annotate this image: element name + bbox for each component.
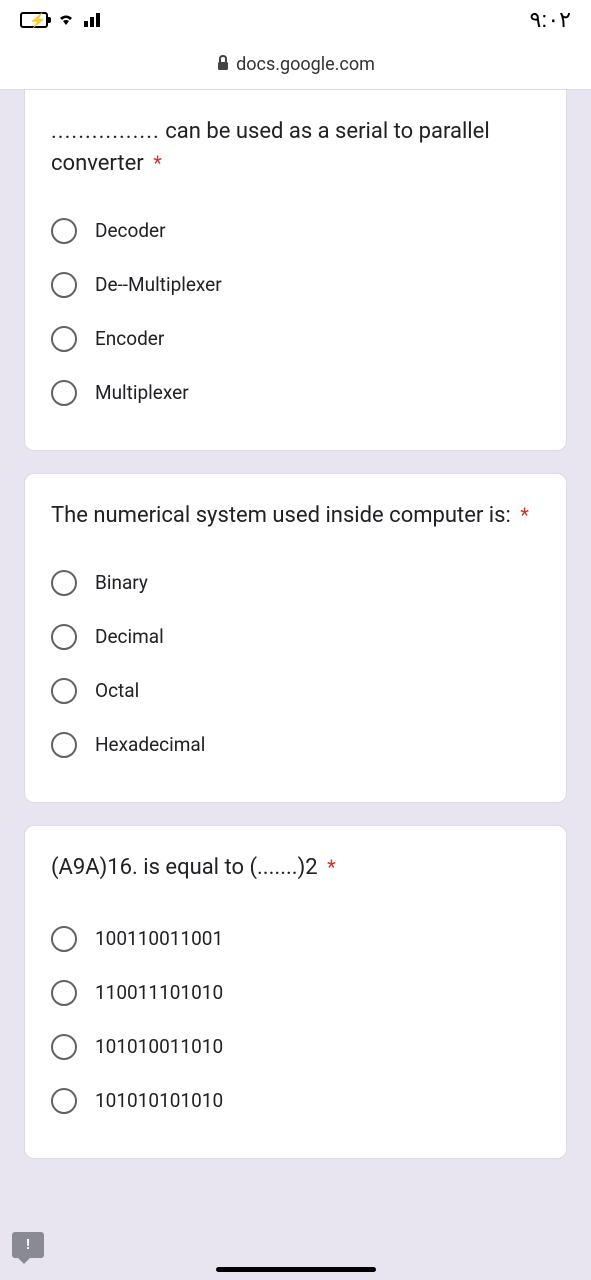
radio-icon (51, 1034, 77, 1060)
question-card-3: (A9A)16. is equal to (.......)2 * 100110… (24, 825, 567, 1159)
lock-icon (216, 55, 230, 75)
option-label: Octal (95, 679, 139, 702)
option-label: Decimal (95, 625, 164, 648)
option-label: Multiplexer (95, 381, 189, 404)
option-label: De--Multiplexer (95, 273, 222, 296)
status-left: ⚡ (20, 8, 106, 32)
required-indicator: * (520, 503, 529, 527)
home-indicator[interactable] (216, 1267, 376, 1272)
radio-option[interactable]: Hexadecimal (51, 718, 540, 772)
question-title: (A9A)16. is equal to (.......)2 * (51, 852, 540, 884)
radio-icon (51, 678, 77, 704)
url-text: docs.google.com (236, 54, 375, 75)
radio-option[interactable]: De--Multiplexer (51, 258, 540, 312)
radio-icon (51, 326, 77, 352)
option-label: 101010011010 (95, 1035, 223, 1058)
radio-option[interactable]: Decoder (51, 204, 540, 258)
radio-option[interactable]: Multiplexer (51, 366, 540, 420)
radio-icon (51, 570, 77, 596)
option-label: Encoder (95, 327, 164, 350)
question-card-2: The numerical system used inside compute… (24, 473, 567, 803)
radio-icon (51, 926, 77, 952)
required-indicator: * (327, 855, 336, 879)
question-prefix: ................ (51, 119, 160, 144)
radio-icon (51, 218, 77, 244)
radio-option[interactable]: Octal (51, 664, 540, 718)
radio-option[interactable]: 110011101010 (51, 966, 540, 1020)
question-title: ................ can be used as a serial… (51, 116, 540, 180)
option-label: Hexadecimal (95, 733, 205, 756)
status-time: ۹:۰۲ (529, 7, 571, 33)
option-label: 110011101010 (95, 981, 223, 1004)
url-bar[interactable]: docs.google.com (0, 40, 591, 90)
radio-icon (51, 272, 77, 298)
wifi-icon (56, 8, 76, 32)
form-content: ................ can be used as a serial… (0, 90, 591, 1159)
option-label: Binary (95, 571, 148, 594)
battery-icon: ⚡ (20, 12, 48, 28)
question-text: The numerical system used inside compute… (51, 503, 511, 528)
report-problem-button[interactable]: ! (12, 1232, 44, 1258)
exclamation-icon: ! (26, 1237, 30, 1253)
radio-icon (51, 732, 77, 758)
radio-icon (51, 380, 77, 406)
required-indicator: * (153, 151, 162, 175)
radio-icon (51, 1088, 77, 1114)
radio-option[interactable]: Decimal (51, 610, 540, 664)
question-text: (A9A)16. is equal to (.......)2 (51, 855, 323, 880)
radio-option[interactable]: Binary (51, 556, 540, 610)
question-title: The numerical system used inside compute… (51, 500, 540, 532)
radio-option[interactable]: Encoder (51, 312, 540, 366)
radio-option[interactable]: 101010101010 (51, 1074, 540, 1128)
radio-option[interactable]: 100110011001 (51, 912, 540, 966)
signal-icon (84, 8, 106, 32)
status-bar: ⚡ ۹:۰۲ (0, 0, 591, 40)
radio-icon (51, 980, 77, 1006)
question-card-1: ................ can be used as a serial… (24, 90, 567, 451)
radio-icon (51, 624, 77, 650)
radio-option[interactable]: 101010011010 (51, 1020, 540, 1074)
option-label: 100110011001 (95, 927, 223, 950)
option-label: Decoder (95, 219, 166, 242)
option-label: 101010101010 (95, 1089, 223, 1112)
